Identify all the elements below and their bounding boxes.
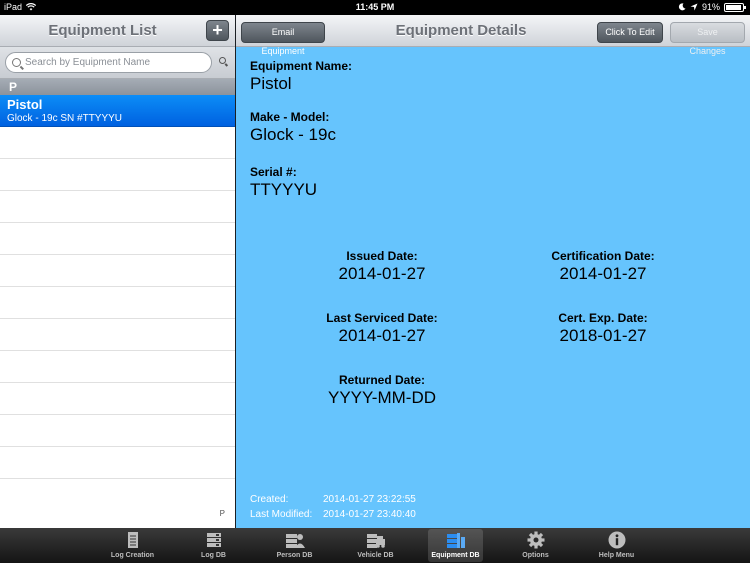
battery-icon — [724, 2, 746, 12]
created-label: Created: — [250, 494, 289, 505]
empty-row — [0, 415, 235, 447]
empty-row — [0, 191, 235, 223]
database-icon — [206, 533, 221, 547]
tab-label: Equipment DB — [431, 552, 480, 559]
battery-percent: 91% — [701, 2, 720, 12]
search-input[interactable] — [25, 57, 195, 68]
tab-log-creation[interactable]: Log Creation — [105, 529, 160, 562]
tab-label: Help Menu — [598, 552, 635, 559]
equipment-name-value: Pistol — [250, 74, 292, 93]
empty-row — [0, 255, 235, 287]
equipment-list-pane: Equipment List + P Pistol Glock - 19c SN… — [0, 15, 235, 528]
tab-vehicle-db[interactable]: Vehicle DB — [348, 529, 403, 562]
created-meta: Created: 2014-01-27 23:22:55 — [250, 494, 416, 505]
tab-help-menu[interactable]: Help Menu — [589, 529, 644, 562]
add-equipment-button[interactable]: + — [206, 20, 229, 41]
cert-exp-date-block: Cert. Exp. Date: 2018-01-27 — [503, 311, 703, 346]
empty-row — [0, 287, 235, 319]
person-database-icon — [285, 534, 305, 548]
empty-row — [0, 319, 235, 351]
empty-row — [0, 383, 235, 415]
tab-label: Person DB — [276, 552, 313, 559]
last-serviced-date-block: Last Serviced Date: 2014-01-27 — [282, 311, 482, 346]
serial-value: TTYYYU — [250, 180, 318, 199]
equipment-details-pane: Email Equipment Equipment Details Click … — [236, 15, 750, 528]
search-bar — [0, 47, 235, 79]
equipment-name-label: Equipment Name: — [250, 59, 353, 73]
equipment-database-icon — [446, 533, 465, 548]
modified-value: 2014-01-27 23:40:40 — [323, 509, 416, 520]
make-model-value: Glock - 19c — [250, 125, 336, 144]
certification-date-label: Certification Date: — [551, 249, 655, 263]
status-time: 11:45 PM — [355, 2, 395, 12]
search-box[interactable] — [5, 52, 212, 73]
list-item-subtitle: Glock - 19c SN #TTYYYU — [7, 113, 123, 124]
status-bar: iPad 11:45 PM 91% — [0, 0, 750, 15]
certification-date-value: 2014-01-27 — [559, 264, 647, 283]
tab-bar: Log Creation Log DB Person DB Vehicle DB… — [0, 528, 750, 563]
empty-row — [0, 351, 235, 383]
notepad-icon — [127, 532, 138, 548]
issued-date-label: Issued Date: — [346, 249, 418, 263]
empty-row — [0, 127, 235, 159]
tab-label: Vehicle DB — [357, 552, 394, 559]
tab-equipment-db[interactable]: Equipment DB — [428, 529, 483, 562]
last-serviced-date-label: Last Serviced Date: — [326, 311, 438, 325]
section-index-letter[interactable]: P — [220, 509, 225, 518]
certification-date-block: Certification Date: 2014-01-27 — [503, 249, 703, 284]
location-arrow-icon — [690, 3, 698, 11]
search-icon — [12, 58, 21, 67]
empty-row — [0, 223, 235, 255]
save-changes-button[interactable]: Save Changes — [670, 22, 745, 56]
returned-date-value: YYYY-MM-DD — [328, 388, 436, 407]
modified-meta: Last Modified: 2014-01-27 23:40:40 — [250, 509, 416, 520]
click-to-edit-button[interactable]: Click To Edit — [597, 22, 663, 43]
last-serviced-date-value: 2014-01-27 — [338, 326, 426, 345]
issued-date-block: Issued Date: 2014-01-27 — [282, 249, 482, 284]
tab-label: Log Creation — [110, 552, 155, 559]
info-icon — [608, 531, 625, 549]
modified-label: Last Modified: — [250, 509, 313, 520]
returned-date-block: Returned Date: YYYY-MM-DD — [282, 373, 482, 408]
details-header: Email Equipment Equipment Details Click … — [236, 15, 750, 56]
moon-icon — [678, 3, 686, 11]
search-index-icon[interactable] — [219, 57, 226, 64]
tab-options[interactable]: Options — [508, 529, 563, 562]
cert-exp-date-value: 2018-01-27 — [559, 326, 647, 345]
issued-date-value: 2014-01-27 — [338, 264, 426, 283]
tab-log-db[interactable]: Log DB — [186, 529, 241, 562]
empty-row — [0, 447, 235, 479]
battery-fill — [726, 4, 741, 10]
tab-label: Options — [522, 552, 549, 559]
tab-label: Log DB — [201, 552, 226, 559]
gear-icon — [527, 531, 544, 549]
empty-row — [0, 159, 235, 191]
serial-label: Serial #: — [250, 165, 297, 179]
returned-date-label: Returned Date: — [338, 373, 425, 387]
section-header: P — [0, 79, 235, 95]
tab-person-db[interactable]: Person DB — [267, 529, 322, 562]
created-value: 2014-01-27 23:22:55 — [323, 494, 416, 505]
cert-exp-date-label: Cert. Exp. Date: — [558, 311, 648, 325]
list-header: Equipment List + — [0, 15, 235, 47]
vehicle-database-icon — [366, 534, 385, 548]
list-item-title: Pistol — [7, 97, 43, 112]
make-model-label: Make - Model: — [250, 110, 330, 124]
status-right: 91% — [678, 2, 746, 12]
list-item[interactable]: Pistol Glock - 19c SN #TTYYYU — [0, 95, 235, 127]
list-title: Equipment List — [48, 22, 157, 39]
